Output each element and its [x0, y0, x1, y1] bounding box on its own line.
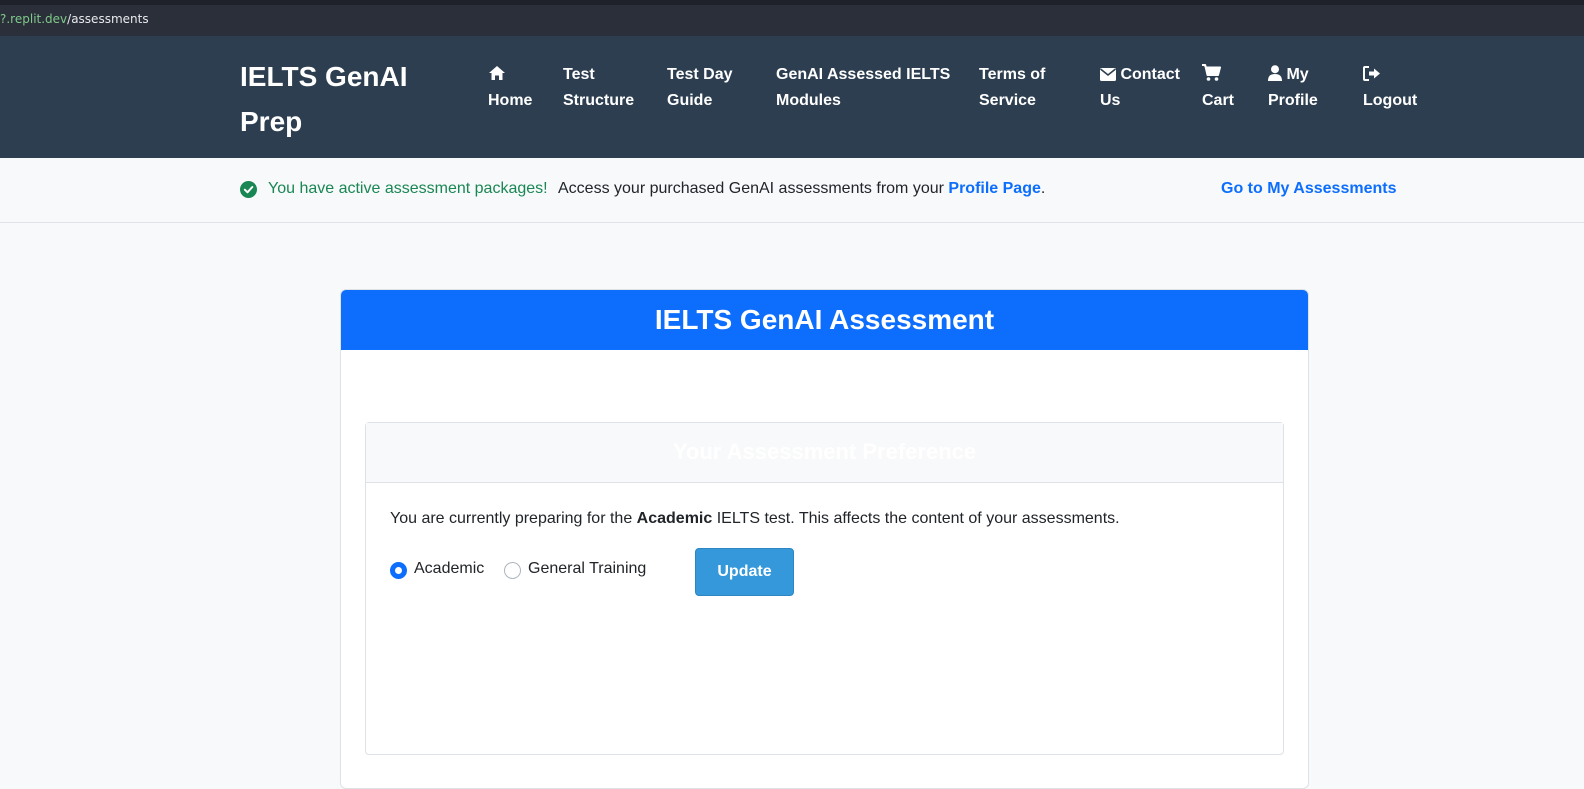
nav-contact-line1: Contact [1120, 66, 1181, 83]
nav-contact-us[interactable]: Contact Us [1100, 62, 1180, 114]
profile-page-link[interactable]: Profile Page [948, 180, 1040, 197]
nav-genai-modules[interactable]: GenAI Assessed IELTS Modules [776, 62, 950, 114]
nav-profile-line2: Profile [1268, 92, 1318, 109]
alert-message: Access your purchased GenAI assessments … [558, 180, 1045, 198]
preference-description: You are currently preparing for the Acad… [390, 510, 1120, 528]
logout-icon [1363, 66, 1380, 81]
nav-genai-modules-line1: GenAI Assessed IELTS [776, 66, 951, 83]
nav-test-day-guide-line2: Guide [667, 92, 713, 109]
preference-card-title: Your Assessment Preference [366, 423, 1283, 483]
nav-my-profile[interactable]: My Profile [1268, 62, 1318, 114]
assessment-card: IELTS GenAI Assessment Your Assessment P… [340, 289, 1309, 789]
nav-cart[interactable]: Cart [1202, 62, 1234, 114]
check-circle-icon [240, 181, 257, 198]
nav-genai-modules-line2: Modules [776, 92, 841, 109]
nav-profile-line1: My [1286, 66, 1309, 83]
user-icon [1268, 65, 1282, 81]
academic-radio[interactable] [390, 562, 407, 579]
academic-radio-label[interactable]: Academic [414, 560, 484, 578]
url-text[interactable]: ?.replit.dev/assessments [0, 12, 149, 26]
general-training-radio[interactable] [504, 562, 521, 579]
general-training-radio-label[interactable]: General Training [528, 560, 646, 578]
alert-period: . [1040, 180, 1046, 197]
nav-test-day-guide-line1: Test Day [667, 66, 733, 83]
nav-test-structure-line1: Test [563, 66, 595, 83]
nav-terms-of-service[interactable]: Terms of Service [979, 62, 1045, 114]
nav-terms-line1: Terms of [979, 66, 1046, 83]
preference-text-before: You are currently preparing for the [390, 510, 633, 527]
preference-test-type: Academic [636, 510, 713, 527]
nav-test-day-guide[interactable]: Test Day Guide [667, 62, 733, 114]
nav-home-label: Home [488, 92, 533, 109]
alert-headline: You have active assessment packages! [268, 180, 548, 197]
nav-logout[interactable]: Logout [1363, 62, 1417, 114]
home-icon [489, 66, 505, 80]
nav-contact-line2: Us [1100, 92, 1121, 109]
brand-logo[interactable]: IELTS GenAI Prep [240, 54, 430, 144]
top-navbar: IELTS GenAI Prep Home Test Structure Tes… [0, 36, 1584, 158]
active-packages-alert: You have active assessment packages! Acc… [0, 158, 1584, 223]
update-button[interactable]: Update [695, 548, 794, 596]
envelope-icon [1100, 68, 1116, 81]
nav-logout-label: Logout [1363, 92, 1418, 109]
nav-home[interactable]: Home [488, 62, 532, 114]
preference-text-after: IELTS test. This affects the content of … [716, 510, 1120, 527]
preference-card: Your Assessment Preference You are curre… [365, 422, 1284, 755]
alert-message-text: Access your purchased GenAI assessments … [558, 180, 944, 197]
nav-test-structure[interactable]: Test Structure [563, 62, 634, 114]
nav-terms-line2: Service [979, 92, 1036, 109]
browser-address-bar[interactable]: ?.replit.dev/assessments [0, 0, 1584, 36]
nav-cart-label: Cart [1202, 92, 1235, 109]
cart-icon [1202, 64, 1221, 81]
assessment-card-title: IELTS GenAI Assessment [341, 290, 1308, 350]
go-to-my-assessments-link[interactable]: Go to My Assessments [1221, 180, 1396, 198]
nav-test-structure-line2: Structure [563, 92, 635, 109]
